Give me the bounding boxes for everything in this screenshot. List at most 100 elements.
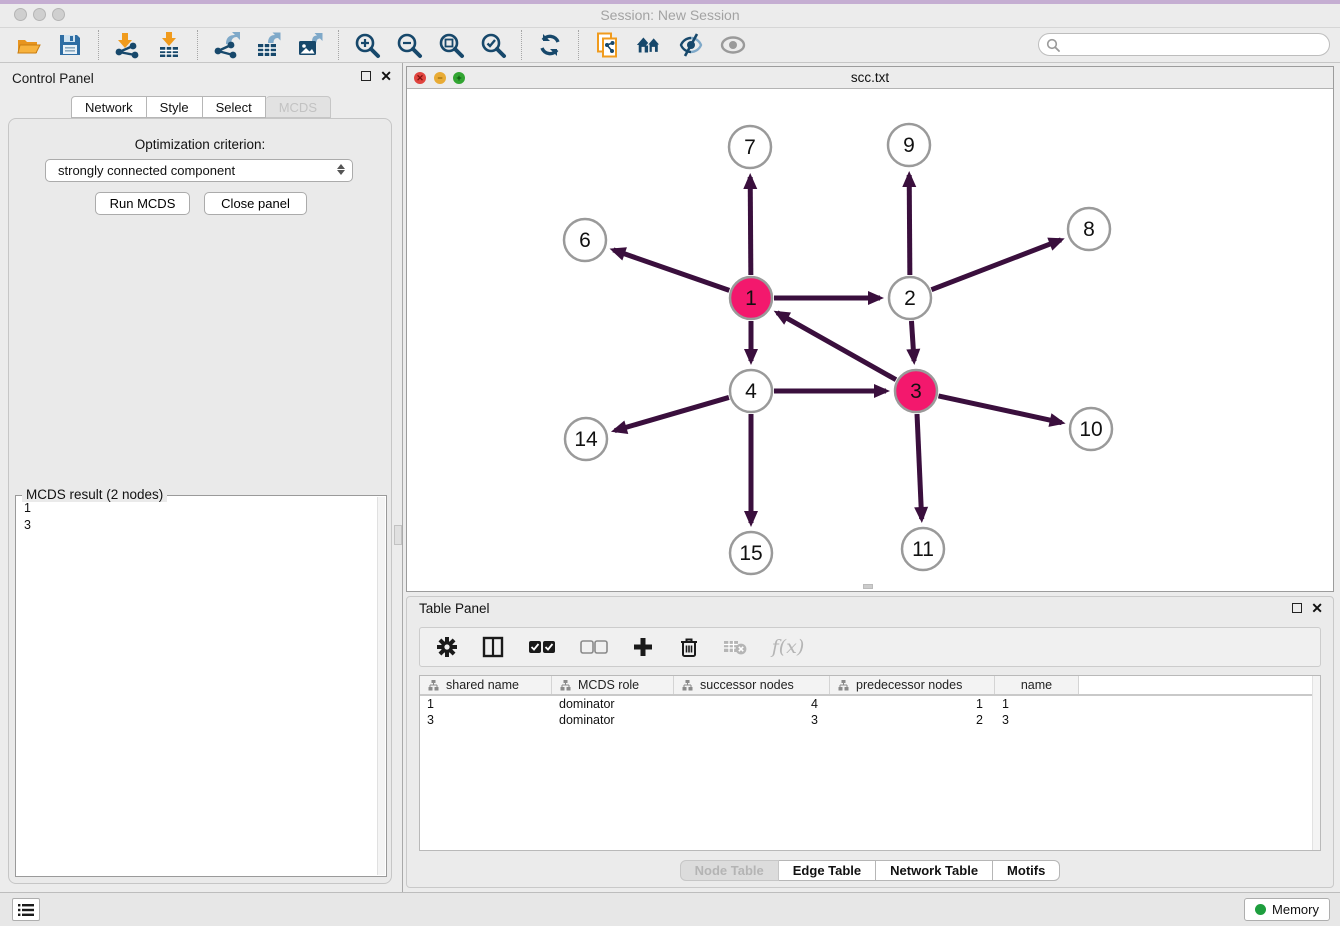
show-graphics-details-icon[interactable]	[719, 31, 747, 59]
column-header-predecessor-nodes[interactable]: predecessor nodes	[830, 676, 995, 694]
cell-name[interactable]: 1	[995, 696, 1079, 712]
tab-edge-table[interactable]: Edge Table	[779, 860, 876, 881]
graph-edge-3-11[interactable]	[917, 414, 922, 519]
network-canvas[interactable]: 7 9 6 8 1 2 4 3 14 10 15 11	[407, 89, 1333, 591]
graph-node-14[interactable]: 14	[565, 418, 607, 460]
graph-node-15[interactable]: 15	[730, 532, 772, 574]
function-builder-icon[interactable]: f(x)	[768, 634, 808, 660]
cell-shared-name[interactable]: 3	[420, 712, 552, 728]
table-tabs: Node Table Edge Table Network Table Moti…	[407, 860, 1333, 881]
graph-edge-2-3[interactable]	[911, 321, 914, 361]
graph-edge-3-10[interactable]	[938, 396, 1061, 423]
tab-mcds[interactable]: MCDS	[266, 96, 331, 118]
float-panel-icon[interactable]	[361, 71, 371, 81]
search-input[interactable]	[1038, 33, 1330, 56]
export-table-icon[interactable]	[254, 31, 282, 59]
svg-text:1: 1	[745, 287, 757, 310]
table-row[interactable]: 3 dominator 3 2 3	[420, 712, 1320, 728]
graph-node-3[interactable]: 3	[895, 370, 937, 412]
graph-edge-4-14[interactable]	[615, 397, 729, 430]
zoom-out-icon[interactable]	[395, 31, 423, 59]
mcds-panel: Optimization criterion: strongly connect…	[8, 118, 392, 884]
export-image-icon[interactable]	[296, 31, 324, 59]
settings-gear-icon[interactable]	[434, 634, 460, 660]
zoom-in-icon[interactable]	[353, 31, 381, 59]
graph-node-6[interactable]: 6	[564, 219, 606, 261]
select-all-rows-icon[interactable]	[526, 634, 558, 660]
graph-node-7[interactable]: 7	[729, 126, 771, 168]
table-scrollbar[interactable]	[1312, 676, 1320, 850]
graph-node-4[interactable]: 4	[730, 370, 772, 412]
table-row[interactable]: 1 dominator 4 1 1	[420, 696, 1320, 712]
graph-edge-1-7[interactable]	[750, 177, 751, 275]
cell-successor-nodes[interactable]: 3	[674, 712, 830, 728]
column-header-mcds-role[interactable]: MCDS role	[552, 676, 674, 694]
graph-edge-1-6[interactable]	[613, 250, 729, 291]
show-panels-list-button[interactable]	[12, 898, 40, 921]
graph-edge-2-8[interactable]	[931, 240, 1061, 290]
graph-node-11[interactable]: 11	[902, 528, 944, 570]
toggle-column-view-icon[interactable]	[480, 634, 506, 660]
svg-text:6: 6	[579, 229, 591, 252]
memory-button[interactable]: Memory	[1244, 898, 1330, 921]
run-mcds-button[interactable]: Run MCDS	[95, 192, 190, 215]
svg-text:4: 4	[745, 380, 757, 403]
import-table-icon[interactable]	[155, 31, 183, 59]
copy-network-icon[interactable]	[593, 31, 621, 59]
cell-mcds-role[interactable]: dominator	[552, 696, 674, 712]
control-panel-tabs: Network Style Select MCDS	[0, 96, 402, 118]
close-panel-button[interactable]: Close panel	[204, 192, 307, 215]
column-header-successor-nodes[interactable]: successor nodes	[674, 676, 830, 694]
app-title: Session: New Session	[0, 7, 1340, 23]
cell-predecessor-nodes[interactable]: 2	[830, 712, 995, 728]
graph-edge-2-9[interactable]	[909, 175, 910, 275]
graph-node-9[interactable]: 9	[888, 124, 930, 166]
graph-node-2[interactable]: 2	[889, 277, 931, 319]
canvas-resize-handle[interactable]	[863, 584, 873, 589]
optimization-criterion-select[interactable]: strongly connected component	[45, 159, 353, 182]
column-header-shared-name[interactable]: shared name	[420, 676, 552, 694]
graph-edge-3-1[interactable]	[777, 313, 896, 380]
import-network-icon[interactable]	[113, 31, 141, 59]
panel-divider-handle[interactable]	[394, 525, 402, 545]
cell-mcds-role[interactable]: dominator	[552, 712, 674, 728]
tab-style[interactable]: Style	[147, 96, 203, 118]
delete-column-icon[interactable]	[676, 634, 702, 660]
deselect-all-rows-icon[interactable]	[578, 634, 610, 660]
tab-network-table[interactable]: Network Table	[876, 860, 993, 881]
graph-edges	[613, 175, 1061, 523]
tab-node-table[interactable]: Node Table	[680, 860, 779, 881]
tab-network[interactable]: Network	[71, 96, 147, 118]
graph-node-10[interactable]: 10	[1070, 408, 1112, 450]
cell-name[interactable]: 3	[995, 712, 1079, 728]
optimization-criterion-value: strongly connected component	[58, 163, 235, 178]
network-window-titlebar[interactable]: ✕ − + scc.txt	[407, 67, 1333, 89]
toolbar-search	[1038, 33, 1330, 56]
zoom-fit-icon[interactable]	[437, 31, 465, 59]
graph-node-8[interactable]: 8	[1068, 208, 1110, 250]
open-session-icon[interactable]	[14, 31, 42, 59]
hide-graphics-details-icon[interactable]	[677, 31, 705, 59]
close-table-panel-icon[interactable]: ✕	[1311, 603, 1323, 613]
float-table-panel-icon[interactable]	[1292, 603, 1302, 613]
zoom-selected-icon[interactable]	[479, 31, 507, 59]
cell-predecessor-nodes[interactable]: 1	[830, 696, 995, 712]
home-view-icon[interactable]	[635, 31, 663, 59]
delete-table-icon[interactable]	[722, 634, 748, 660]
control-panel: Control Panel ✕ Network Style Select MCD…	[0, 63, 403, 892]
network-window-title: scc.txt	[407, 70, 1333, 85]
save-session-icon[interactable]	[56, 31, 84, 59]
graph-node-1[interactable]: 1	[730, 277, 772, 319]
export-network-icon[interactable]	[212, 31, 240, 59]
refresh-view-icon[interactable]	[536, 31, 564, 59]
svg-text:2: 2	[904, 287, 916, 310]
tab-select[interactable]: Select	[203, 96, 266, 118]
cell-shared-name[interactable]: 1	[420, 696, 552, 712]
cell-successor-nodes[interactable]: 4	[674, 696, 830, 712]
optimization-criterion-label: Optimization criterion:	[9, 137, 391, 152]
add-column-icon[interactable]	[630, 634, 656, 660]
column-header-name[interactable]: name	[995, 676, 1079, 694]
result-scrollbar[interactable]	[377, 497, 385, 875]
close-panel-icon[interactable]: ✕	[380, 71, 392, 81]
tab-motifs[interactable]: Motifs	[993, 860, 1060, 881]
